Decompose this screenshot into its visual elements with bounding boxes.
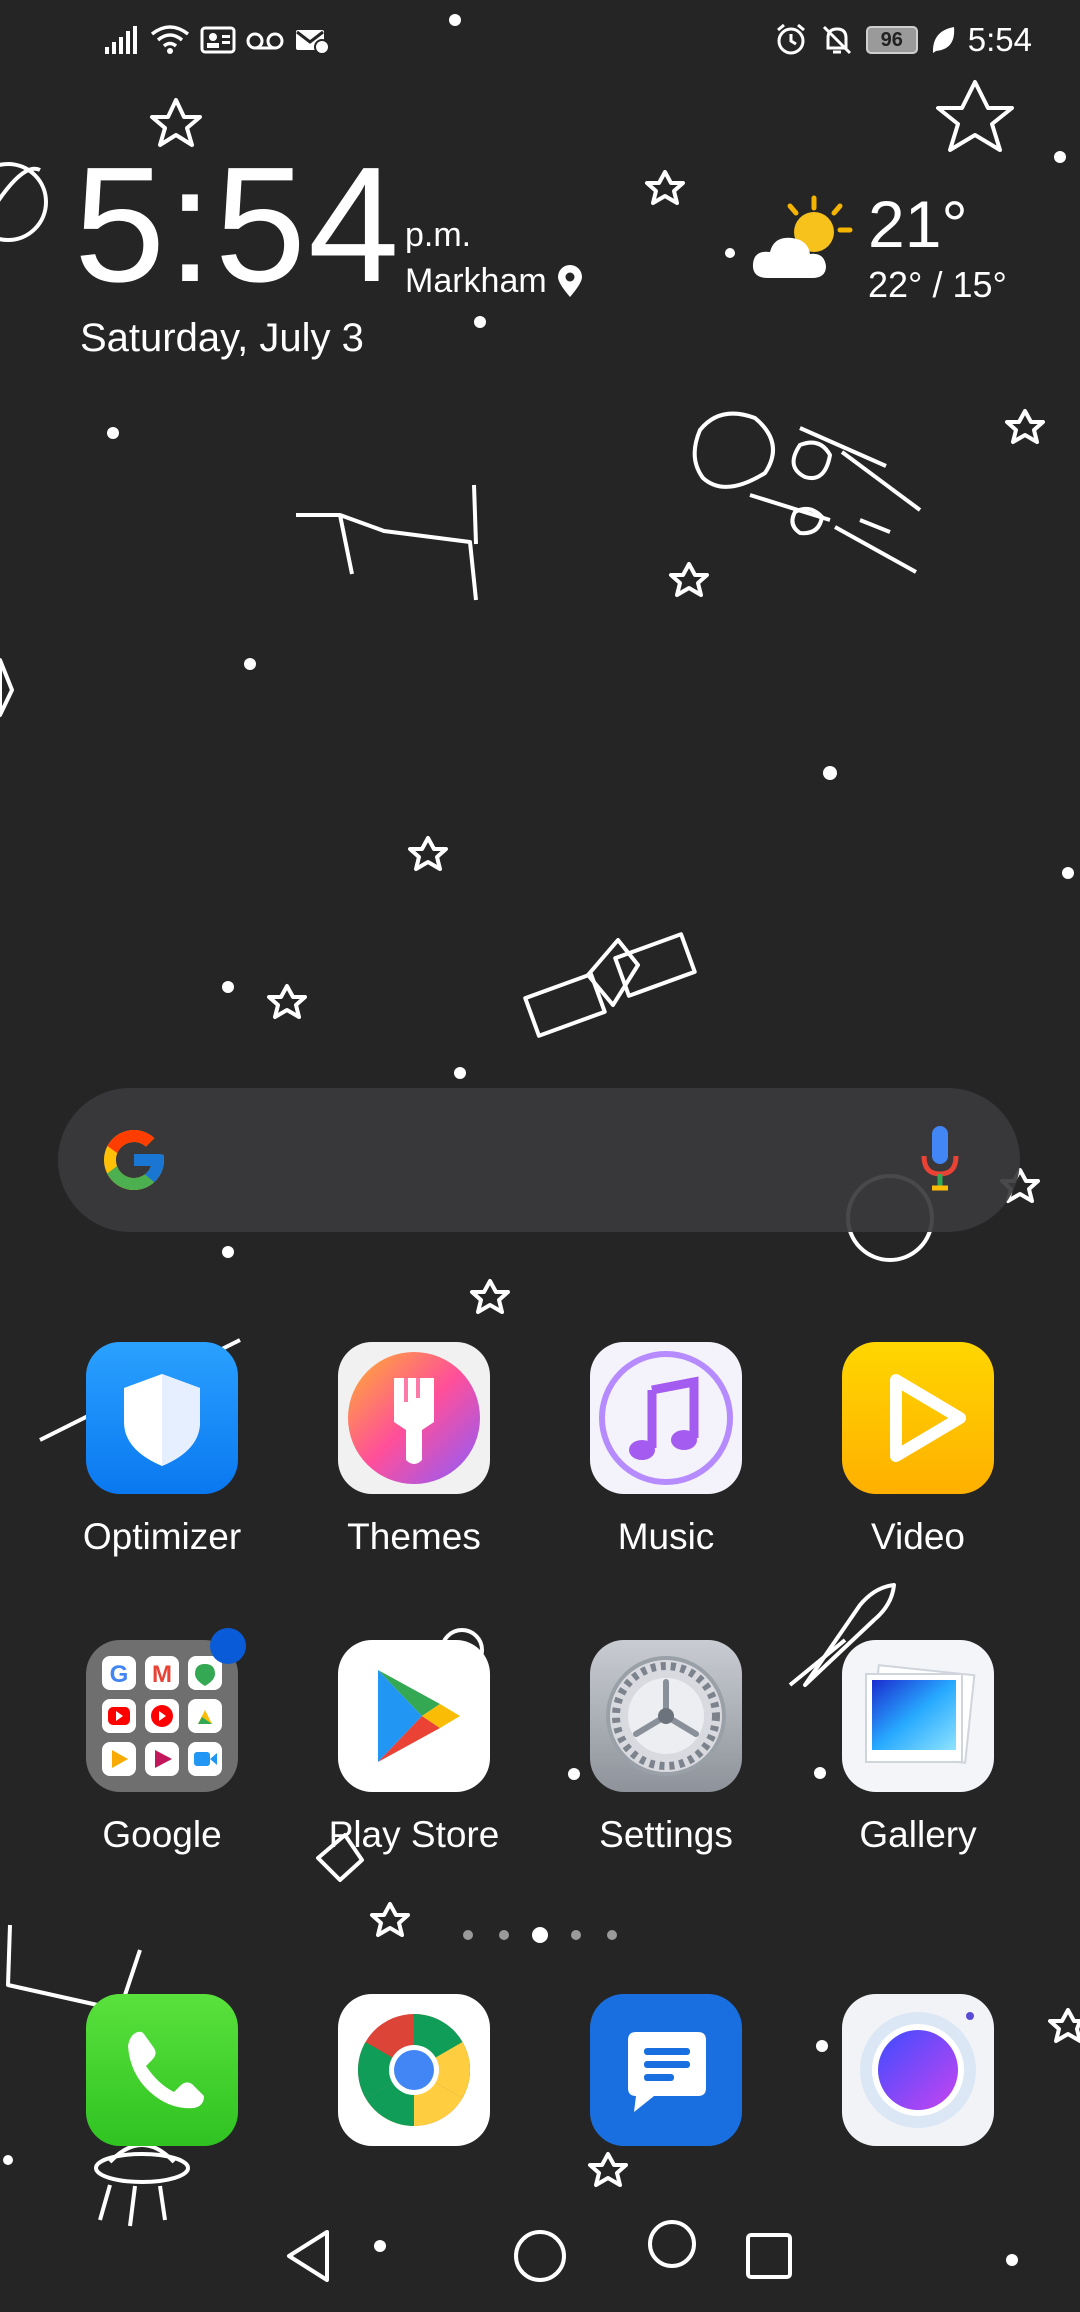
google-search-bar[interactable] bbox=[58, 1088, 1020, 1232]
svg-text:M: M bbox=[152, 1661, 172, 1688]
battery-icon: 96 bbox=[865, 26, 918, 54]
partly-cloudy-icon bbox=[752, 195, 853, 278]
app-label: Gallery bbox=[859, 1814, 977, 1855]
google-folder-icon: G M bbox=[86, 1640, 238, 1792]
notification-badge bbox=[210, 1628, 246, 1664]
clock-time: 5:54 bbox=[74, 133, 402, 316]
chrome-icon bbox=[338, 1994, 490, 2146]
alarm-icon bbox=[776, 23, 805, 55]
app-label: Play Store bbox=[328, 1814, 500, 1855]
status-icons-left bbox=[104, 20, 330, 60]
app-google-folder[interactable]: G M Google bbox=[62, 1628, 262, 1856]
app-play-store[interactable]: Play Store bbox=[314, 1640, 514, 1856]
navigation-bar bbox=[0, 2200, 1080, 2312]
camera-icon bbox=[842, 1994, 994, 2146]
nav-recents-button[interactable] bbox=[733, 2220, 805, 2292]
clock-ampm: p.m. bbox=[405, 216, 472, 254]
app-label: Music bbox=[617, 1516, 715, 1557]
dock-chrome[interactable] bbox=[314, 1994, 514, 2146]
city-label: Markham bbox=[405, 262, 547, 300]
voicemail-icon bbox=[246, 32, 284, 50]
google-g-icon bbox=[104, 1130, 164, 1190]
app-label: Google bbox=[102, 1814, 222, 1855]
wifi-icon bbox=[150, 25, 190, 54]
nav-back-button[interactable] bbox=[272, 2220, 344, 2292]
app-label: Settings bbox=[599, 1814, 733, 1855]
location-pin-icon bbox=[557, 264, 582, 297]
clock-date: Saturday, July 3 bbox=[80, 316, 364, 360]
mail-icon bbox=[296, 30, 330, 55]
status-icons-right: 96 5:54 bbox=[774, 18, 1032, 62]
gallery-icon bbox=[842, 1640, 994, 1792]
status-bar: 96 5:54 bbox=[0, 0, 1080, 80]
music-note-icon bbox=[590, 1342, 742, 1494]
video-play-icon bbox=[842, 1342, 994, 1494]
app-label: Video bbox=[871, 1516, 965, 1557]
app-gallery[interactable]: Gallery bbox=[818, 1640, 1018, 1856]
app-label: Themes bbox=[347, 1516, 481, 1557]
nav-home-button[interactable] bbox=[504, 2220, 576, 2292]
themes-brush-icon bbox=[338, 1342, 490, 1494]
messages-icon bbox=[590, 1994, 742, 2146]
phone-icon bbox=[86, 1994, 238, 2146]
settings-gear-icon bbox=[590, 1640, 742, 1792]
weather-temperature: 21° bbox=[868, 187, 968, 261]
contact-card-icon bbox=[200, 26, 236, 54]
app-optimizer[interactable]: Optimizer bbox=[62, 1342, 262, 1558]
signal-icon bbox=[105, 26, 137, 54]
weather-range: 22° / 15° bbox=[868, 264, 1007, 305]
battery-level: 96 bbox=[880, 28, 903, 51]
home-circle-icon bbox=[514, 2230, 566, 2282]
home-screen: 96 5:54 5:54 p.m. Markham Saturday, July… bbox=[0, 0, 1080, 2312]
app-settings[interactable]: Settings bbox=[566, 1640, 766, 1856]
app-label: Optimizer bbox=[82, 1516, 242, 1557]
app-themes[interactable]: Themes bbox=[314, 1342, 514, 1558]
mic-icon[interactable] bbox=[918, 1122, 962, 1198]
recents-square-icon bbox=[746, 2233, 792, 2279]
clock-city: Markham bbox=[405, 262, 583, 301]
dock-messages[interactable] bbox=[566, 1994, 766, 2146]
app-video[interactable]: Video bbox=[818, 1342, 1018, 1558]
back-triangle-icon bbox=[287, 2230, 329, 2282]
dock-camera[interactable] bbox=[818, 1994, 1018, 2146]
muted-bell-icon bbox=[822, 25, 851, 55]
optimizer-shield-icon bbox=[86, 1342, 238, 1494]
leaf-icon bbox=[932, 27, 954, 53]
app-music[interactable]: Music bbox=[566, 1342, 766, 1558]
status-time: 5:54 bbox=[967, 21, 1032, 58]
dock-phone[interactable] bbox=[62, 1994, 262, 2146]
page-indicator[interactable] bbox=[460, 1924, 620, 1946]
svg-text:G: G bbox=[110, 1661, 129, 1688]
play-store-icon bbox=[338, 1640, 490, 1792]
